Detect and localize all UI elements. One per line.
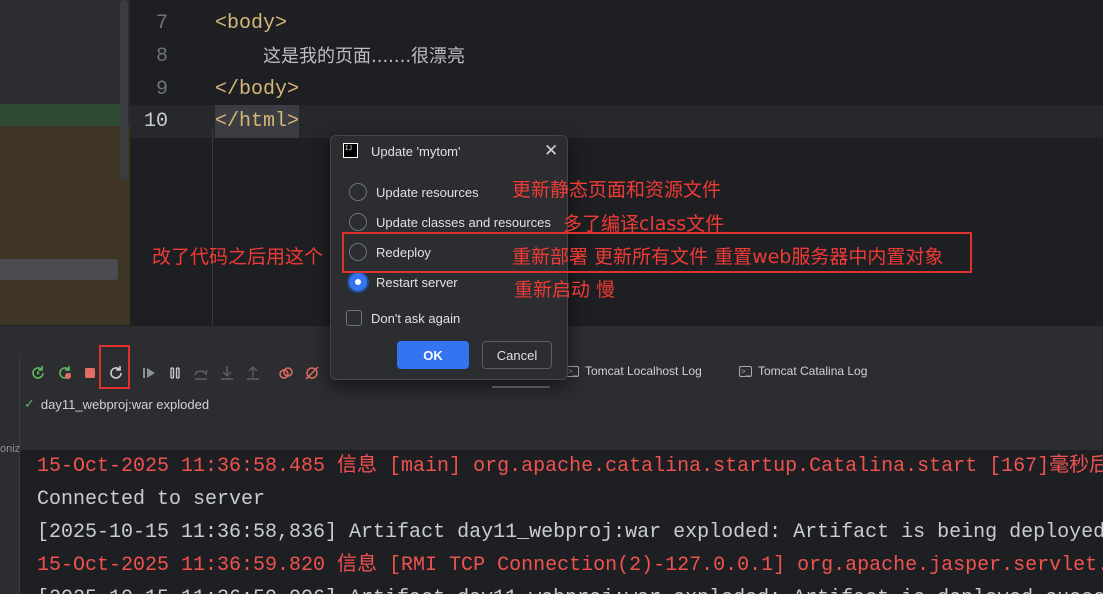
dialog-title: Update 'mytom' [371, 144, 461, 159]
resume-icon[interactable] [138, 362, 160, 384]
radio-label: Update classes and resources [376, 214, 551, 230]
checkbox[interactable] [346, 310, 362, 326]
radio-button[interactable] [349, 183, 367, 201]
mute-breakpoints-icon[interactable] [301, 362, 323, 384]
intellij-app-icon: IJ [343, 143, 358, 158]
pause-icon[interactable] [164, 362, 186, 384]
console-line: [2025-10-15 11:36:58,836] Artifact day11… [37, 521, 1103, 544]
tab-tomcat-localhost-log[interactable]: >_ Tomcat Localhost Log [566, 364, 702, 378]
deployment-item[interactable]: ✓ day11_webproj:war exploded [24, 396, 209, 412]
log-icon: >_ [739, 365, 752, 377]
radio-update-resources[interactable]: Update resources [349, 183, 479, 201]
update-button-highlight [99, 345, 130, 389]
step-into-icon[interactable] [216, 362, 238, 384]
line-number: 8 [155, 45, 168, 68]
line-number: 10 [143, 110, 168, 133]
radio-button-selected[interactable] [349, 273, 367, 291]
code-text: </html> [215, 105, 300, 138]
project-scrollbar[interactable] [120, 0, 128, 180]
rerun-icon[interactable] [27, 362, 49, 384]
console-line: Connected to server [37, 488, 266, 511]
step-over-icon[interactable] [190, 362, 212, 384]
rerun-failed-icon[interactable] [54, 362, 76, 384]
redeploy-highlight-box [342, 232, 972, 273]
cancel-button[interactable]: Cancel [482, 341, 552, 369]
console-line: [2025-10-15 11:36:59,906] Artifact day11… [37, 582, 1103, 594]
checkbox-label: Don't ask again [371, 310, 461, 326]
active-tab-underline [492, 386, 550, 388]
line-number: 7 [155, 12, 168, 35]
console-line: 15-Oct-2025 11:36:59.820 信息 [RMI TCP Con… [37, 554, 1103, 577]
ok-button[interactable]: OK [397, 341, 469, 369]
project-tree-selected-row[interactable] [0, 259, 118, 280]
editor-line[interactable]: 9 </body> [130, 73, 1103, 106]
annotation-left-note: 改了代码之后用这个 [152, 246, 324, 268]
step-out-icon[interactable] [242, 362, 264, 384]
project-tree-area [0, 126, 130, 325]
annotation-restart: 重新启动 慢 [514, 279, 616, 301]
breakpoints-icon[interactable] [275, 362, 297, 384]
project-tree-highlight [0, 104, 122, 126]
console-output[interactable]: 15-Oct-2025 11:36:58.485 信息 [main] org.a… [20, 450, 1103, 594]
stop-icon[interactable] [79, 362, 101, 384]
code-text: </body> [215, 78, 300, 101]
strip-label: oniz [0, 443, 21, 455]
code-editor[interactable]: 7 <body> 8 这是我的页面.......很漂亮 9 </body> 10… [130, 0, 1103, 325]
deployment-label: day11_webproj:war exploded [40, 396, 210, 412]
tab-tomcat-catalina-log[interactable]: >_ Tomcat Catalina Log [739, 364, 867, 378]
indent-guide [212, 128, 213, 325]
tab-label: Tomcat Localhost Log [585, 364, 702, 378]
editor-line-current[interactable]: 10 </html> [130, 105, 1103, 138]
editor-line[interactable]: 8 这是我的页面.......很漂亮 [130, 40, 1103, 73]
code-text: <body> [215, 12, 288, 35]
radio-label: Restart server [376, 274, 458, 290]
close-icon[interactable]: ✕ [544, 141, 558, 161]
radio-restart-server[interactable]: Restart server [349, 273, 458, 291]
radio-label: Update resources [376, 184, 479, 200]
tab-label: Tomcat Catalina Log [758, 364, 868, 378]
editor-line[interactable]: 7 <body> [130, 7, 1103, 40]
project-panel [0, 0, 130, 325]
line-number: 9 [155, 78, 168, 101]
code-text: 这是我的页面.......很漂亮 [263, 46, 466, 67]
dont-ask-again-checkbox[interactable]: Don't ask again [346, 310, 460, 326]
annotation-update-resources: 更新静态页面和资源文件 [512, 179, 722, 201]
check-icon: ✓ [24, 396, 35, 411]
radio-button[interactable] [349, 213, 367, 231]
console-line: 15-Oct-2025 11:36:58.485 信息 [main] org.a… [37, 455, 1103, 478]
radio-update-classes-and-resources[interactable]: Update classes and resources [349, 213, 551, 231]
tool-window-strip: oniz [0, 355, 20, 594]
